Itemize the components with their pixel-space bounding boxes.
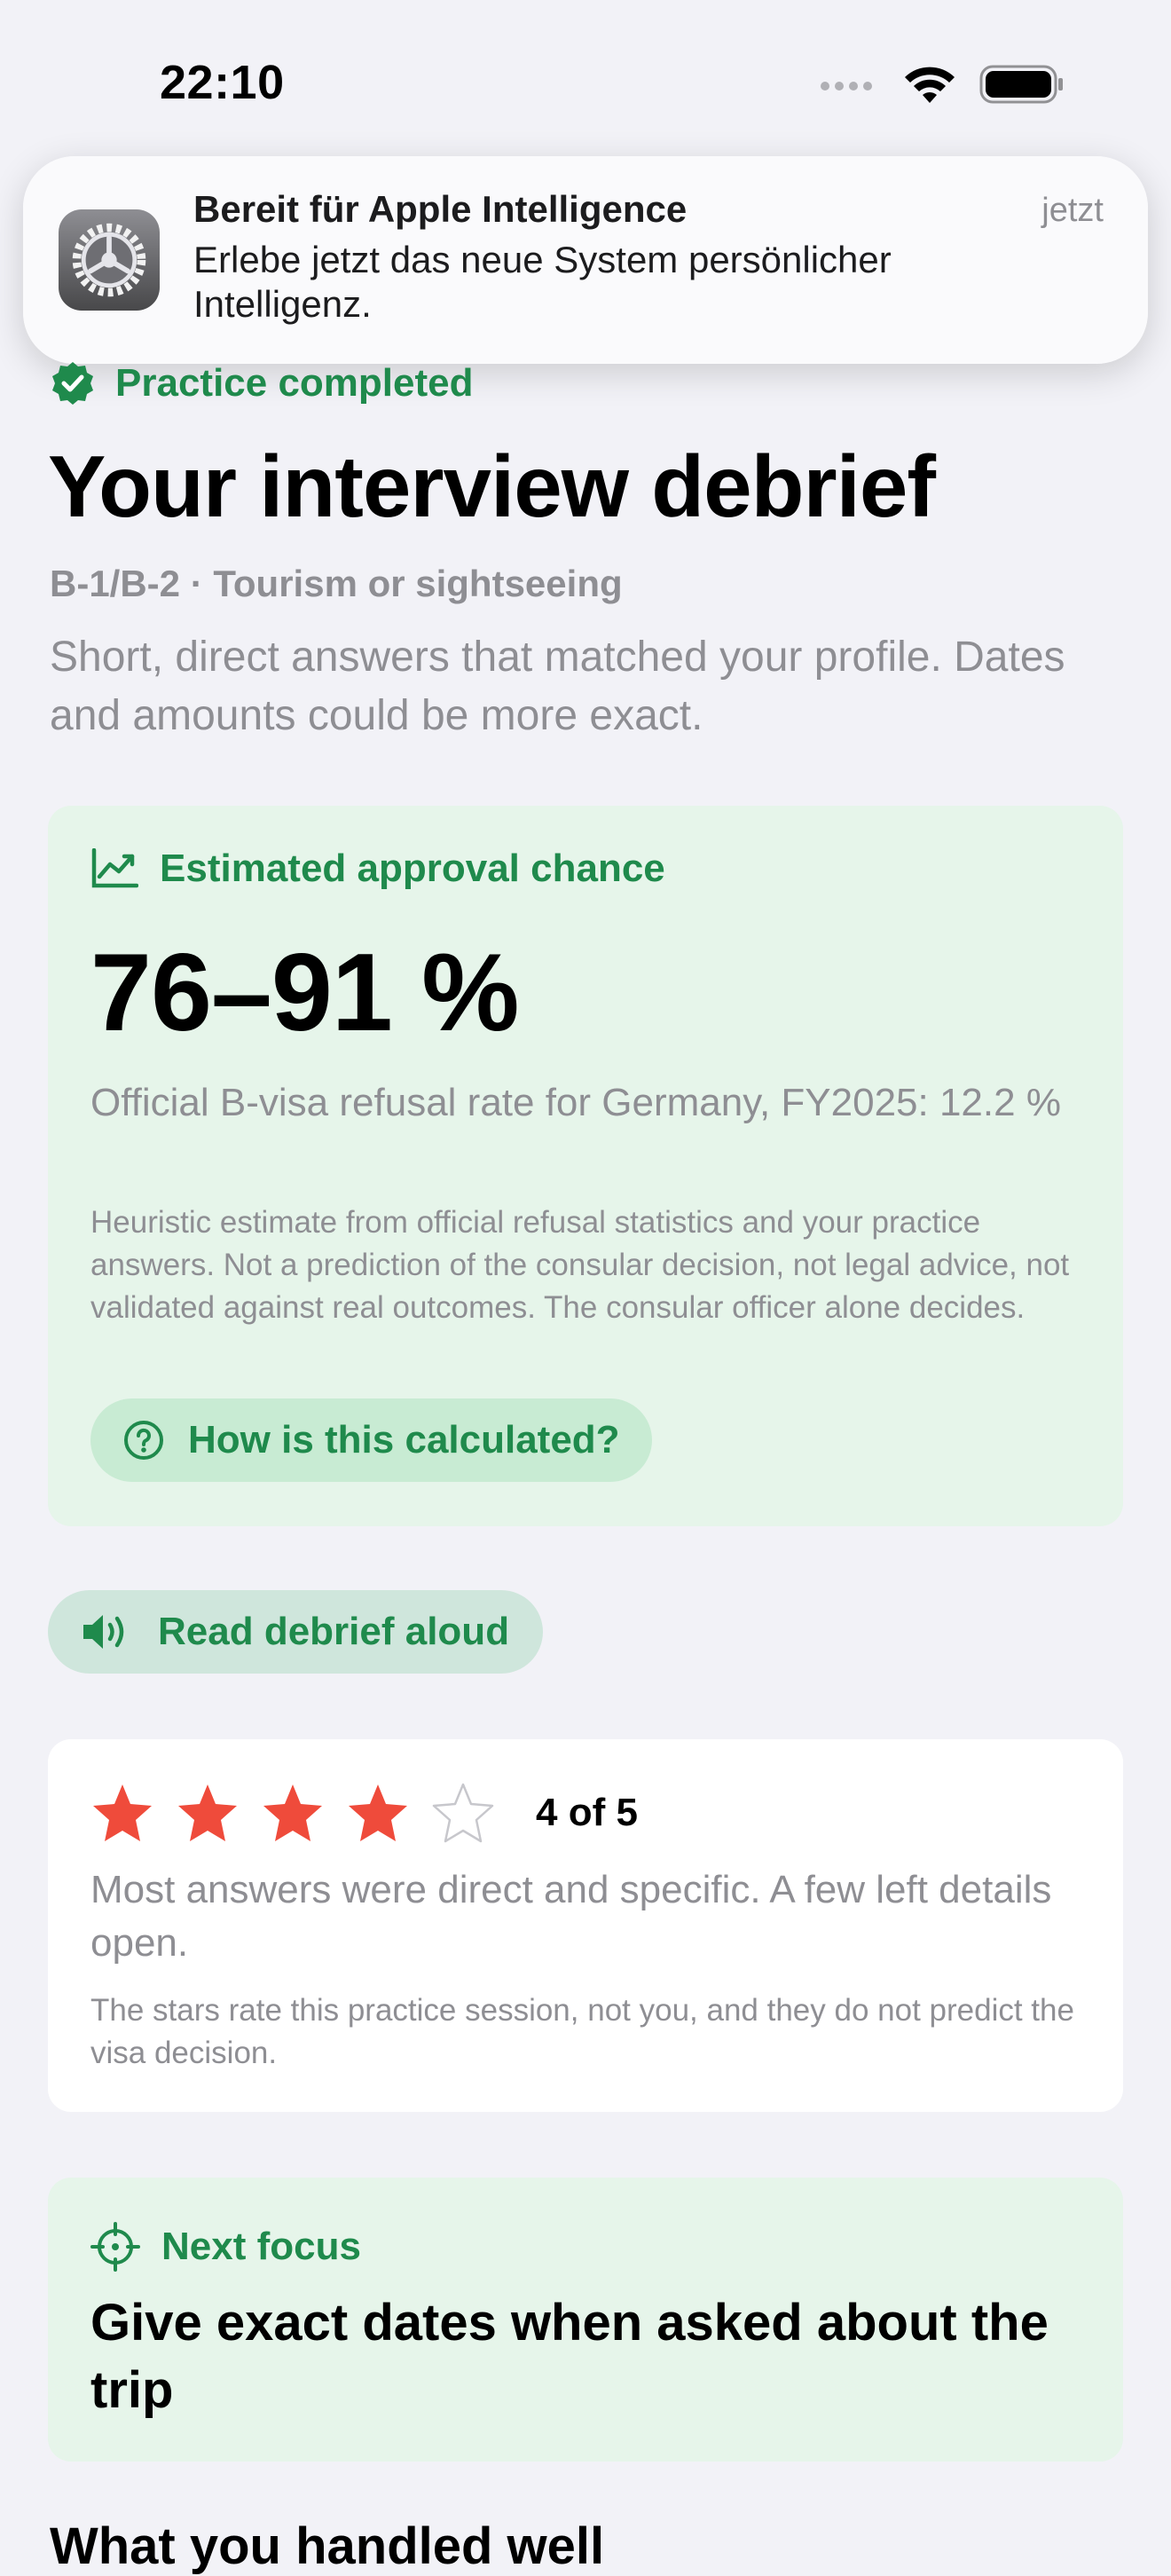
approval-chance-card: Estimated approval chance 76–91 % Offici… (48, 806, 1123, 1526)
page-title: Your interview debrief (48, 437, 936, 535)
next-focus-label: Next focus (161, 2225, 361, 2268)
practice-completed-row: Practice completed (50, 360, 474, 406)
approval-label-row: Estimated approval chance (90, 847, 665, 891)
debrief-summary: Short, direct answers that matched your … (50, 634, 1065, 739)
notification-time: jetzt (1041, 192, 1104, 229)
notification-banner[interactable]: Bereit für Apple Intelligence Erlebe jet… (23, 156, 1148, 364)
session-rating-card: 4 of 5 Most answers were direct and spec… (48, 1739, 1123, 2112)
star-empty-icon (432, 1783, 494, 1843)
speaker-wave-icon (83, 1615, 124, 1649)
question-circle-icon (124, 1421, 163, 1460)
rating-summary: Most answers were direct and specific. A… (90, 1868, 1052, 1965)
chart-line-uptrend-icon (91, 848, 138, 888)
practice-completed-label: Practice completed (115, 361, 474, 405)
rating-text: 4 of 5 (536, 1791, 638, 1834)
notification-title: Bereit für Apple Intelligence (193, 188, 688, 230)
read-debrief-aloud-button[interactable]: Read debrief aloud (48, 1590, 544, 1674)
settings-gear-icon (59, 209, 160, 311)
next-focus-text: Give exact dates when asked about the tr… (90, 2294, 1049, 2419)
star-filled-icon (93, 1784, 152, 1841)
visa-category-subtitle: B-1/B-2 · Tourism or sightseeing (50, 563, 623, 604)
rating-note: The stars rate this practice session, no… (90, 1993, 1074, 2070)
cellular-signal-icon (821, 82, 872, 91)
notification-body: Erlebe jetzt das neue System persönliche… (193, 239, 892, 325)
approval-range: 76–91 % (90, 932, 520, 1054)
how-calculated-label: How is this calculated? (188, 1418, 620, 1461)
checkmark-seal-icon (52, 362, 93, 405)
read-aloud-label: Read debrief aloud (158, 1610, 510, 1653)
star-rating: 4 of 5 (90, 1782, 638, 1844)
status-icons (818, 64, 1065, 105)
star-filled-icon (263, 1784, 322, 1841)
battery-icon (979, 65, 1063, 104)
status-time: 22:10 (160, 56, 285, 109)
refusal-rate-note: Official B-visa refusal rate for Germany… (90, 1081, 1061, 1124)
approval-label: Estimated approval chance (160, 847, 665, 890)
target-scope-icon (90, 2222, 140, 2272)
handled-well-heading: What you handled well (50, 2517, 605, 2575)
next-focus-card: Next focus Give exact dates when asked a… (48, 2178, 1123, 2462)
star-filled-icon (178, 1784, 237, 1841)
wifi-icon (905, 67, 955, 103)
next-focus-label-row: Next focus (90, 2222, 361, 2272)
estimate-disclaimer: Heuristic estimate from official refusal… (90, 1205, 1070, 1325)
how-calculated-button[interactable]: How is this calculated? (90, 1398, 652, 1482)
star-filled-icon (349, 1784, 407, 1841)
